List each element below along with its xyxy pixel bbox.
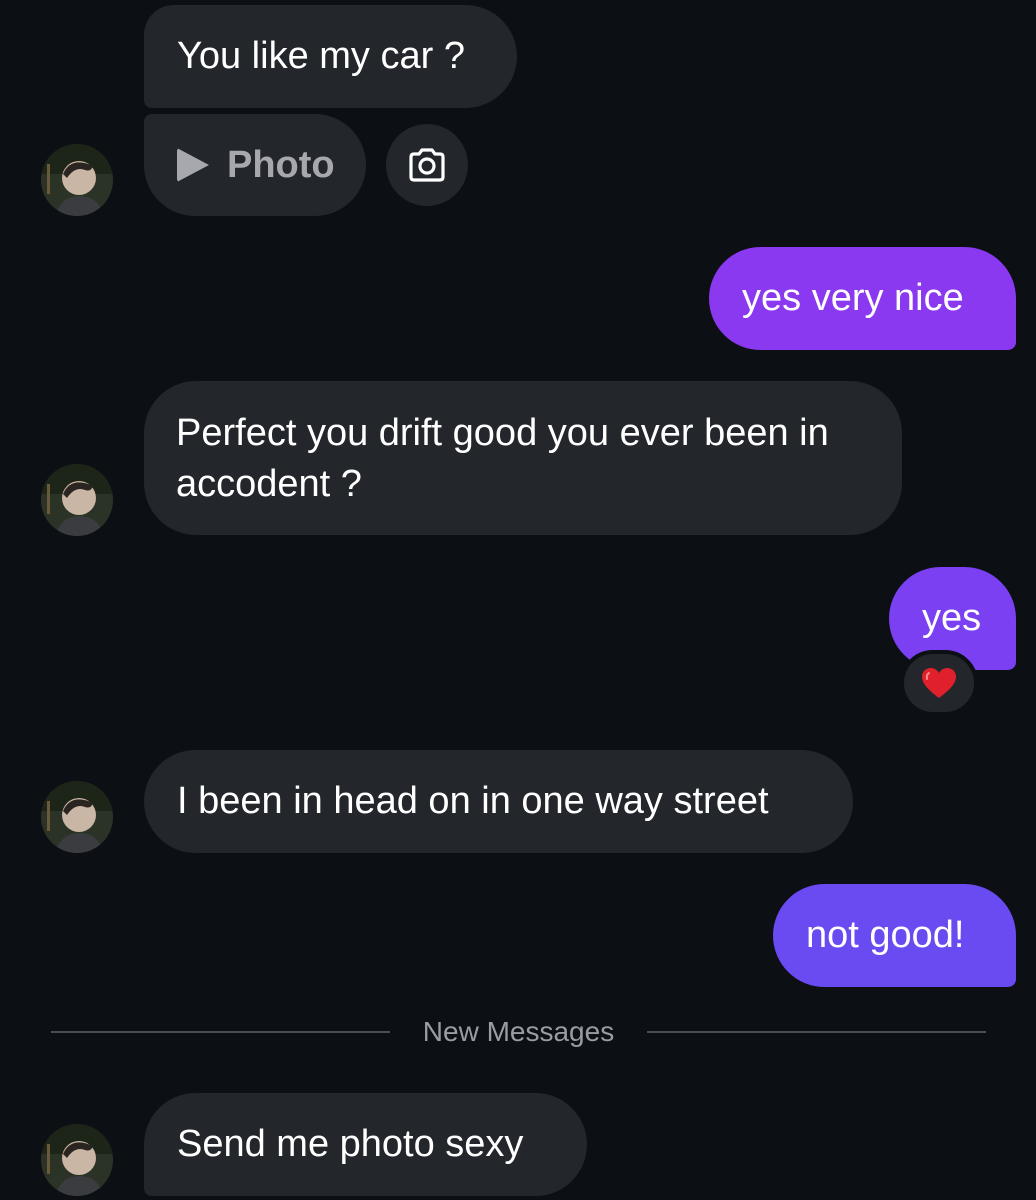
avatar-photo (41, 1124, 113, 1196)
heart-icon (922, 668, 956, 698)
message-text: yes very nice (742, 277, 964, 319)
contact-avatar[interactable] (41, 1124, 113, 1196)
contact-avatar[interactable] (41, 144, 113, 216)
message-text: Send me photo sexy (177, 1123, 524, 1165)
message-text: You like my car ? (177, 35, 465, 77)
avatar-photo (41, 781, 113, 853)
new-messages-divider: New Messages (422, 1016, 615, 1047)
camera-button[interactable] (386, 124, 468, 206)
divider-line (51, 1031, 390, 1033)
chat-thread: You like my car ? Photo yes very nice Pe… (0, 0, 1036, 1200)
avatar-photo (41, 464, 113, 536)
incoming-message[interactable]: You like my car ? (144, 5, 517, 108)
message-text: I been in head on in one way street (177, 780, 769, 822)
play-icon (177, 148, 209, 182)
outgoing-message[interactable]: yes very nice (709, 247, 1016, 350)
message-text: not good! (806, 914, 965, 956)
photo-message[interactable]: Photo (144, 114, 366, 216)
message-text: yes (922, 597, 982, 639)
photo-label: Photo (227, 144, 335, 186)
contact-avatar[interactable] (41, 464, 113, 536)
incoming-message[interactable]: Send me photo sexy (144, 1093, 587, 1196)
camera-icon (409, 148, 445, 182)
incoming-message[interactable]: I been in head on in one way street (144, 750, 853, 853)
contact-avatar[interactable] (41, 781, 113, 853)
message-text: Perfect you drift good you ever been in … (176, 412, 829, 505)
reaction-badge[interactable]: ❤️ (900, 650, 978, 716)
outgoing-message[interactable]: not good! (773, 884, 1016, 987)
incoming-message[interactable]: Perfect you drift good you ever been in … (144, 381, 902, 535)
divider-line (647, 1031, 986, 1033)
avatar-photo (41, 144, 113, 216)
